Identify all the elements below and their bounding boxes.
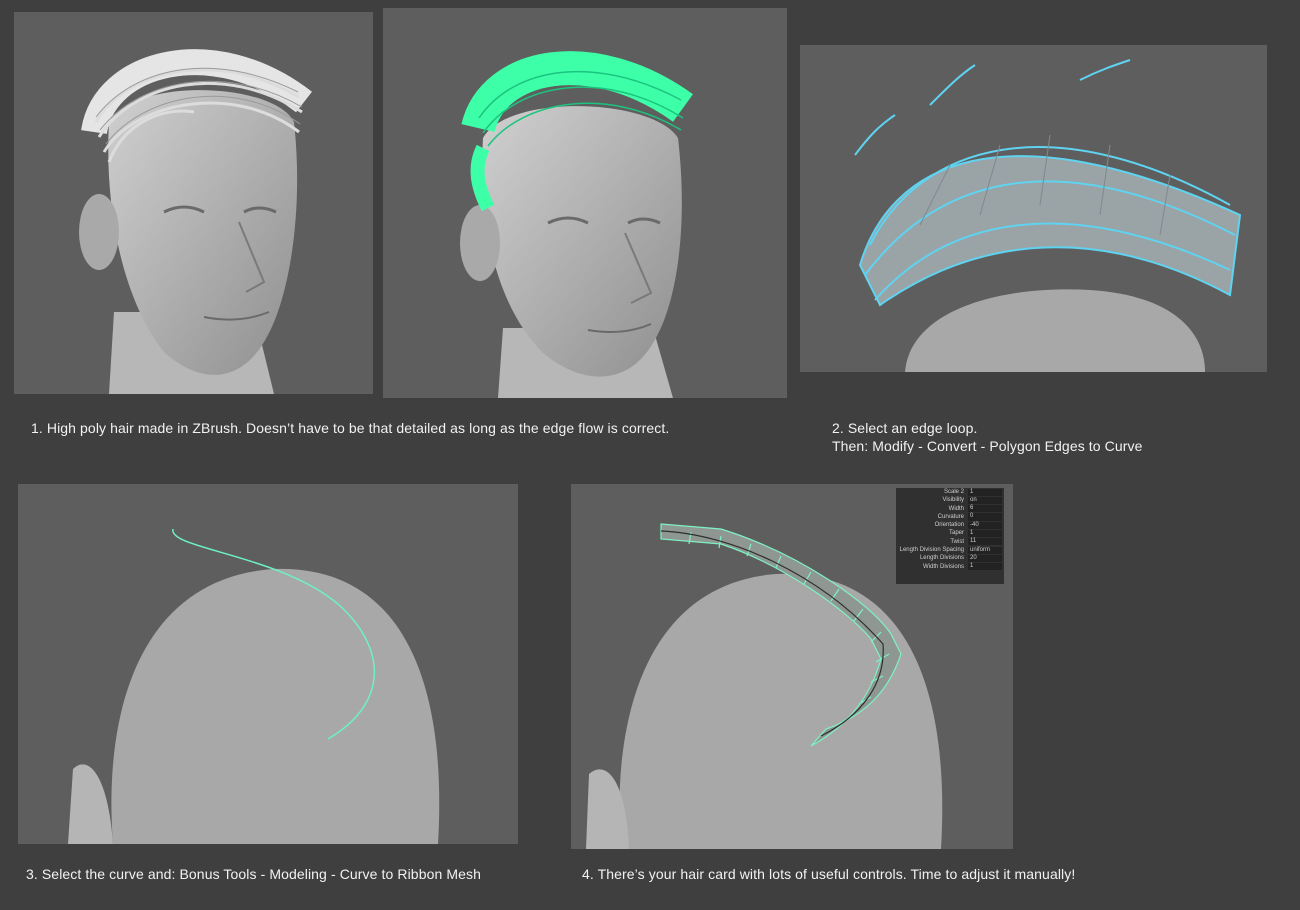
attribute-row: Length Division Spacing uniform xyxy=(896,546,1004,554)
attribute-label: Scale 2 xyxy=(943,489,964,495)
attribute-value[interactable]: uniform xyxy=(968,546,1002,554)
attribute-row: Orientation -40 xyxy=(896,521,1004,529)
attribute-value[interactable]: 0 xyxy=(968,513,1002,521)
attribute-label: Width xyxy=(948,505,964,512)
attribute-label: Length Division Spacing xyxy=(899,547,964,554)
attribute-value[interactable]: 1 xyxy=(968,530,1002,538)
caption-step-4: 4. There’s your hair card with lots of u… xyxy=(582,866,1076,882)
attribute-label: Twist xyxy=(950,538,964,545)
viewport-ribbon-mesh: Scale 21 Visibility on Width 6 Curvature 0 … xyxy=(571,484,1013,849)
caption-step-2-line-1: 2. Select an edge loop. xyxy=(832,420,978,436)
attribute-row: Width Divisions 1 xyxy=(896,563,1004,571)
attribute-value[interactable]: 11 xyxy=(968,538,1002,546)
attribute-value[interactable]: 20 xyxy=(968,554,1002,563)
attribute-value[interactable]: 1 xyxy=(968,488,1002,496)
attribute-label: Length Divisions xyxy=(919,555,964,562)
attribute-value[interactable]: on xyxy=(968,496,1002,504)
attribute-label: Visibility xyxy=(942,497,964,504)
attribute-label: Orientation xyxy=(934,522,964,529)
caption-step-2: 2. Select an edge loop. Then: Modify - C… xyxy=(832,419,1143,455)
attribute-row: Taper 1 xyxy=(896,529,1004,538)
attribute-label: Taper xyxy=(948,530,964,537)
attribute-value[interactable]: 6 xyxy=(968,505,1002,513)
attribute-value[interactable]: -40 xyxy=(968,521,1002,529)
ear-shape xyxy=(460,205,500,281)
attribute-row: Width 6 xyxy=(896,505,1004,513)
head-shape xyxy=(619,573,943,849)
attribute-value[interactable]: 1 xyxy=(968,563,1002,571)
attribute-label: Curvature xyxy=(937,513,964,520)
hair-wireframe xyxy=(854,59,1242,307)
attribute-row: Curvature 0 xyxy=(896,513,1004,521)
viewport-curve xyxy=(18,484,518,844)
scalp-shape xyxy=(905,289,1205,372)
caption-step-3: 3. Select the curve and: Bonus Tools - M… xyxy=(26,866,481,882)
ear-shape xyxy=(79,194,119,270)
viewport-edge-loop xyxy=(800,45,1267,372)
caption-step-2-line-2: Then: Modify - Convert - Polygon Edges t… xyxy=(832,438,1143,454)
viewport-zbrush-hair xyxy=(14,12,373,394)
attribute-row: Twist 11 xyxy=(896,538,1004,546)
viewport-hair-selected xyxy=(383,8,787,398)
caption-step-1: 1. High poly hair made in ZBrush. Doesn’… xyxy=(31,420,670,436)
attribute-row: Scale 2 1 xyxy=(896,488,1004,496)
head-shape xyxy=(111,568,440,844)
attribute-row: Visibility on xyxy=(896,496,1004,504)
ear-shape xyxy=(68,764,113,844)
attribute-row: Length Divisions 20 xyxy=(896,554,1004,563)
attribute-panel: Scale 21 Visibility on Width 6 Curvature 0 … xyxy=(896,488,1004,584)
attribute-label: Width Divisions xyxy=(922,563,964,570)
